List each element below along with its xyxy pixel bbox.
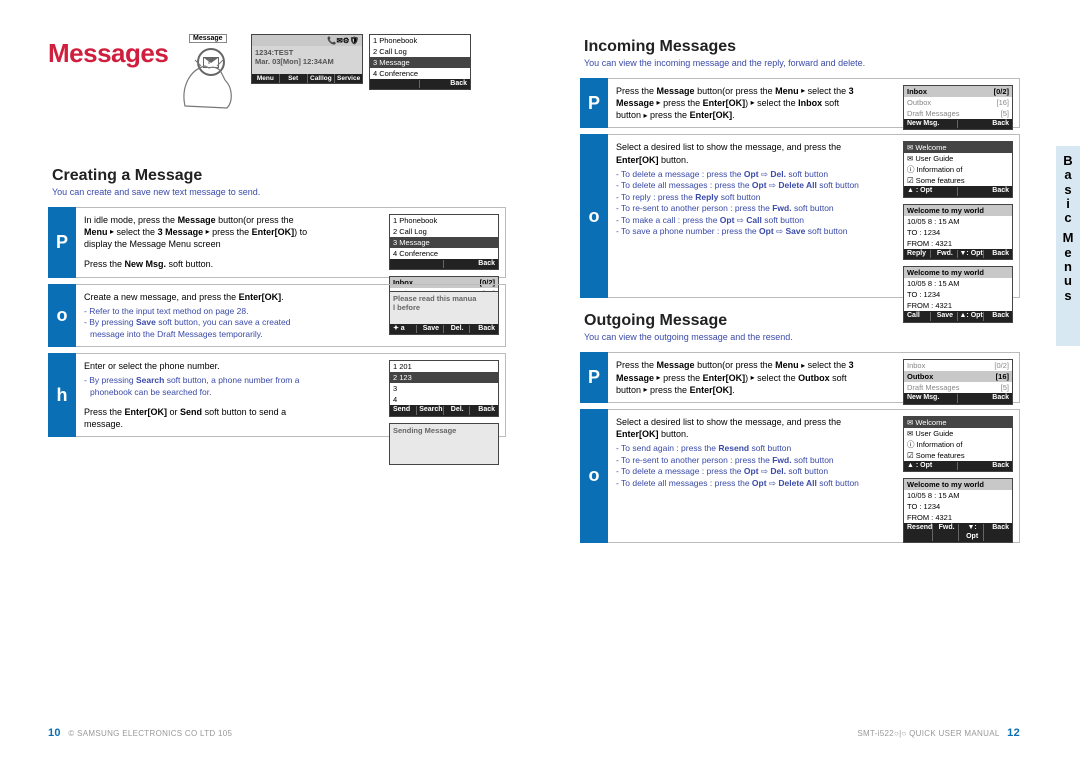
lcd-out-view: Welcome to my world 10/05 8 : 15 AM TO :…: [903, 478, 1013, 543]
outgoing-step-2: o Select a desired list to show the mess…: [580, 409, 1020, 543]
incoming-step-1: P Press the Message button(or press the …: [580, 78, 1020, 128]
section-title-creating: Creating a Message: [52, 167, 506, 185]
lcd-outbox-sel: Inbox[0/2] Outbox[16] Draft Messages[5] …: [903, 359, 1013, 404]
step-3: h Enter or select the phone number. - By…: [48, 353, 506, 437]
side-tab-basic-menus: Basic Menus: [1056, 146, 1080, 346]
lcd-inbox-sel: Inbox[0/2] Outbox[16] Draft Messages[5] …: [903, 85, 1013, 130]
lcd-sending: Sending Message: [389, 423, 499, 465]
lcd-editor: Please read this manua l before ✦ a Save…: [389, 291, 499, 335]
lcd-msg-list: ✉ Welcome ✉ User Guide ⓘ Information of …: [903, 141, 1013, 197]
lcd-numbers: 1 201 2 123 3 4 Send Search Del. Back: [389, 360, 499, 416]
page-right: Incoming Messages You can view the incom…: [540, 0, 1080, 761]
outgoing-step-1: P Press the Message button(or press the …: [580, 352, 1020, 402]
side-tab-label: Basic Menus: [1056, 146, 1080, 303]
incoming-step-2: o Select a desired list to show the mess…: [580, 134, 1020, 298]
footer-right: SMT-i522○|○ QUICK USER MANUAL 12: [857, 727, 1020, 739]
header-illustration: Message 📞✉⚙🛡 1234:TEST Mar. 03[Mon] 12:3…: [175, 34, 471, 112]
lcd-msg-opt: Welcome to my world 10/05 8 : 15 AM TO :…: [903, 266, 1013, 322]
step-2: o Create a new message, and press the En…: [48, 284, 506, 348]
menu-lcd: 1 Phonebook 2 Call Log 3 Message 4 Confe…: [369, 34, 471, 90]
section-intro-creating: You can create and save new text message…: [52, 187, 506, 197]
lcd-out-list: ✉ Welcome ✉ User Guide ⓘ Information of …: [903, 416, 1013, 472]
hand-pressing-icon: Message: [175, 34, 245, 112]
footer-left: 10 © SAMSUNG ELECTRONICS CO LTD 105: [48, 727, 232, 739]
idle-screen-lcd: 📞✉⚙🛡 1234:TEST Mar. 03[Mon] 12:34AM Menu…: [251, 34, 363, 84]
section-title-incoming: Incoming Messages: [584, 38, 1020, 56]
lcd-msg-view: Welcome to my world 10/05 8 : 15 AM TO :…: [903, 204, 1013, 260]
step-1: P In idle mode, press the Message button…: [48, 207, 506, 278]
lcd-menu: 1 Phonebook 2 Call Log 3 Message 4 Confe…: [389, 214, 499, 270]
page-left: Messages Message 📞✉⚙🛡 1234:TEST Mar. 03[…: [0, 0, 540, 761]
